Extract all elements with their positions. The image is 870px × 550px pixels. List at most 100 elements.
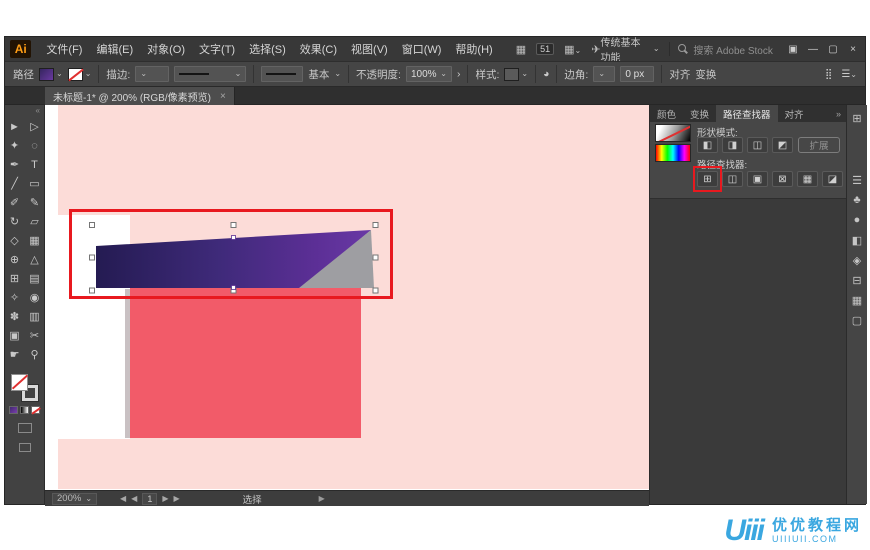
trim-button[interactable]: ◫ (722, 171, 743, 187)
control-menu-icon[interactable]: ☰⌄ (841, 69, 857, 80)
menu-select[interactable]: 选择(S) (242, 41, 293, 57)
line-segment-tool[interactable]: ╱ (5, 174, 25, 193)
lasso-tool[interactable]: ◌ (25, 136, 45, 155)
draw-modes-button[interactable] (17, 423, 32, 433)
align-button[interactable]: 对齐 (669, 67, 690, 82)
style-swatch-dropdown[interactable]: ⌄ (504, 67, 528, 81)
exclude-button[interactable]: ◩ (772, 137, 793, 153)
pen-tool[interactable]: ✒ (5, 155, 25, 174)
fill-proxy-swatch[interactable] (11, 374, 28, 391)
stroke-weight-dropdown[interactable]: ⌄ (135, 66, 170, 82)
gradient-panel-icon[interactable]: ◧ (847, 230, 867, 250)
next-artboard-button[interactable]: ▶ (162, 494, 168, 503)
swatches-panel-icon[interactable]: ♣ (847, 190, 867, 210)
canvas-area[interactable] (45, 105, 649, 492)
none-button[interactable] (31, 406, 40, 414)
last-artboard-button[interactable]: ▶ (174, 494, 180, 503)
pencil-tool[interactable]: ✎ (25, 193, 45, 212)
layers-panel-icon[interactable]: ▦ (847, 290, 867, 310)
fill-stroke-proxy[interactable] (11, 374, 39, 402)
unite-button[interactable]: ◧ (697, 137, 718, 153)
free-transform-tool[interactable]: ▦ (25, 231, 45, 250)
symbol-sprayer-tool[interactable]: ✽ (5, 307, 25, 326)
tab-close-icon[interactable]: × (220, 91, 226, 102)
merge-button[interactable]: ▣ (747, 171, 768, 187)
selection-tool[interactable]: ► (5, 117, 25, 136)
gradient-button[interactable] (20, 406, 29, 414)
paintbrush-tool[interactable]: ✐ (5, 193, 25, 212)
share-icon[interactable]: ✈ (591, 43, 600, 56)
perspective-grid-tool[interactable]: △ (25, 250, 45, 269)
artboards-panel-icon[interactable]: ▢ (847, 310, 867, 330)
width-profile-dropdown[interactable]: ⌄ (174, 66, 247, 82)
outline-button[interactable]: ▦ (797, 171, 818, 187)
libraries-panel-icon[interactable]: ⊞ (847, 108, 867, 128)
salmon-rectangle-object[interactable] (130, 287, 361, 438)
screen-mode-button[interactable] (18, 443, 31, 452)
tabs-more-icon[interactable]: » (830, 105, 847, 122)
zoom-dropdown[interactable]: 200% ⌄ (52, 492, 98, 505)
opacity-dropdown[interactable]: 100% ⌄ (405, 66, 452, 82)
width-tool[interactable]: ◇ (5, 231, 25, 250)
slice-tool[interactable]: ✂ (25, 326, 45, 345)
menu-edit[interactable]: 编辑(E) (89, 41, 140, 57)
eyedropper-tool[interactable]: ✧ (5, 288, 25, 307)
rectangle-tool[interactable]: ▭ (25, 174, 45, 193)
recolor-artwork-icon[interactable]: ◕ (543, 68, 549, 80)
mesh-tool[interactable]: ⊞ (5, 269, 25, 288)
toolbar-collapse-button[interactable]: « (5, 105, 44, 117)
menu-help[interactable]: 帮助(H) (448, 41, 499, 57)
scale-tool[interactable]: ▱ (25, 212, 45, 231)
restore-button[interactable]: ▢ (826, 44, 840, 55)
direct-selection-tool[interactable]: ▷ (25, 117, 45, 136)
close-button[interactable]: × (846, 44, 860, 55)
gradient-ramp-swatch[interactable] (655, 124, 691, 142)
caret-icon[interactable]: ⌄ (334, 70, 341, 78)
column-graph-tool[interactable]: ▥ (25, 307, 45, 326)
menu-object[interactable]: 对象(O) (140, 41, 192, 57)
document-tab[interactable]: 未标题-1* @ 200% (RGB/像素预览) × (45, 87, 235, 105)
menu-view[interactable]: 视图(V) (344, 41, 395, 57)
tab-transform[interactable]: 变换 (683, 105, 716, 122)
tab-align[interactable]: 对齐 (778, 105, 811, 122)
spectrum-swatch[interactable] (655, 144, 691, 162)
tab-color[interactable]: 颜色 (650, 105, 683, 122)
transparency-panel-icon[interactable]: ◈ (847, 250, 867, 270)
corner-radius-field[interactable]: 0 px (620, 66, 655, 82)
arrange-documents-icon[interactable]: ▦ (516, 43, 526, 56)
menu-window[interactable]: 窗口(W) (395, 41, 449, 57)
zoom-tool[interactable]: ⚲ (25, 345, 45, 364)
menu-file[interactable]: 文件(F) (39, 41, 89, 57)
grid-dots-icon[interactable]: ⣿ (825, 69, 832, 80)
status-menu-arrow-icon[interactable]: ▶ (319, 494, 325, 503)
minus-front-button[interactable]: ◨ (722, 137, 743, 153)
dock-icon[interactable]: ▣ (786, 44, 800, 55)
expand-button[interactable]: 扩展 (798, 137, 840, 153)
menu-type[interactable]: 文字(T) (192, 41, 242, 57)
transform-button[interactable]: 变换 (695, 67, 716, 82)
stroke-swatch[interactable]: ⌄ (67, 67, 91, 81)
color-panel-icon[interactable]: ● (847, 210, 867, 230)
menu-effect[interactable]: 效果(C) (293, 41, 344, 57)
prev-artboard-button[interactable]: ◀ (131, 494, 137, 503)
document-layout-icon[interactable]: ▦⌄ (564, 43, 581, 56)
crop-button[interactable]: ⊠ (772, 171, 793, 187)
brush-preview[interactable] (261, 66, 304, 82)
magic-wand-tool[interactable]: ✦ (5, 136, 25, 155)
type-tool[interactable]: T (25, 155, 45, 174)
rotate-tool[interactable]: ↻ (5, 212, 25, 231)
opacity-panel-arrow-icon[interactable]: › (457, 68, 461, 80)
appearance-panel-icon[interactable]: ☰ (847, 170, 867, 190)
stroke-panel-icon[interactable]: ⊟ (847, 270, 867, 290)
fill-swatch[interactable]: ⌄ (39, 67, 63, 81)
shape-builder-tool[interactable]: ⊕ (5, 250, 25, 269)
intersect-button[interactable]: ◫ (747, 137, 768, 153)
corner-type-dropdown[interactable]: ⌄ (593, 66, 616, 82)
hand-tool[interactable]: ☛ (5, 345, 25, 364)
tab-pathfinder[interactable]: 路径查找器 (716, 105, 778, 122)
workspace-switcher[interactable]: 传统基本功能 ⌄ (600, 34, 659, 64)
color-button[interactable] (9, 406, 18, 414)
stock-search-input[interactable]: 搜索 Adobe Stock (678, 42, 777, 57)
artboard-tool[interactable]: ▣ (5, 326, 25, 345)
blend-tool[interactable]: ◉ (25, 288, 45, 307)
